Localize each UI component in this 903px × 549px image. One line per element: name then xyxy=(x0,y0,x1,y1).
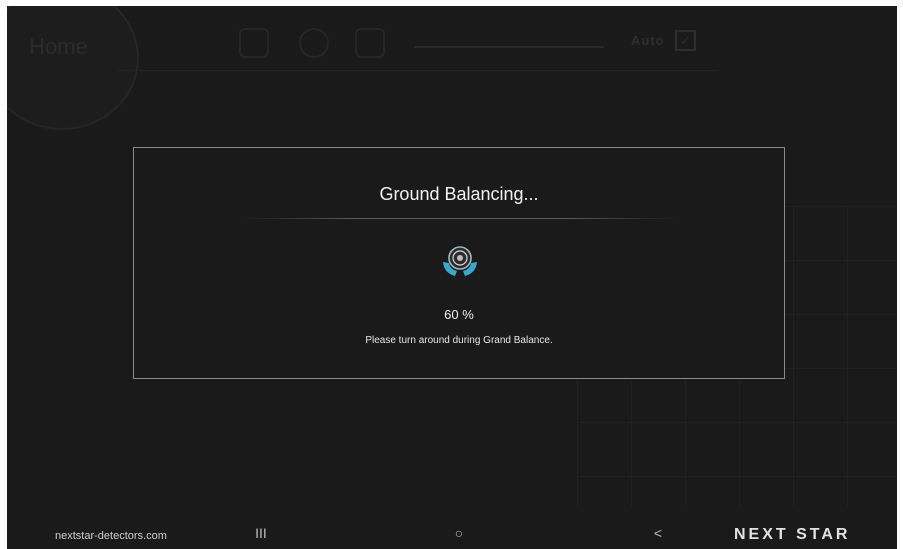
home-label: Home xyxy=(29,34,88,59)
ground-balance-dialog: Ground Balancing... 60 % Please turn aro… xyxy=(133,147,785,379)
recents-button[interactable]: III xyxy=(251,525,271,541)
sensitivity-slider[interactable] xyxy=(414,46,604,48)
home-dial[interactable] xyxy=(7,6,139,130)
back-button[interactable]: < xyxy=(648,525,668,541)
play-icon[interactable] xyxy=(239,28,269,58)
instruction-message: Please turn around during Grand Balance. xyxy=(365,335,553,346)
auto-checkbox[interactable]: ✓ xyxy=(675,30,696,51)
top-divider xyxy=(117,70,717,71)
navigation-bar: nextstar-detectors.com III ○ < NEXT STAR xyxy=(7,521,897,549)
device-screen: Home Auto ✓ Ground Balancing... 60 % Ple… xyxy=(7,6,897,549)
title-divider xyxy=(244,218,676,219)
gb-settings-icon[interactable] xyxy=(299,28,329,58)
ground-balance-icon xyxy=(443,246,477,276)
dialog-title: Ground Balancing... xyxy=(379,184,539,204)
home-button[interactable]: ○ xyxy=(449,525,469,541)
brand-logo: NEXT STAR xyxy=(734,526,851,543)
auto-label: Auto xyxy=(631,33,665,48)
website-label: nextstar-detectors.com xyxy=(55,530,167,542)
mode-icon[interactable] xyxy=(355,28,385,58)
progress-percent: 60 % xyxy=(444,307,474,322)
